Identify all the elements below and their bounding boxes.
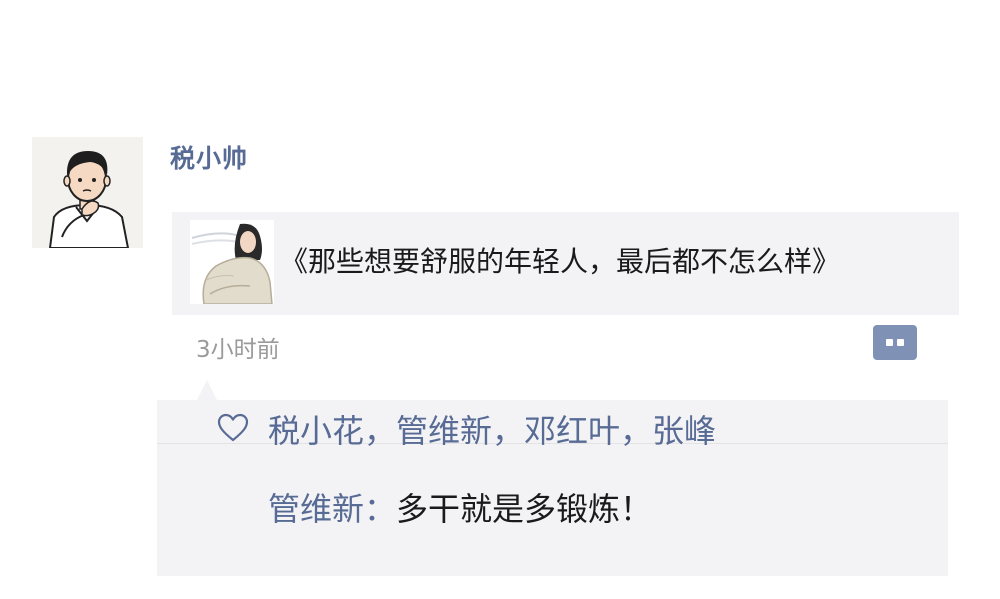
poster-username[interactable]: 税小帅 <box>170 139 248 175</box>
avatar[interactable] <box>32 137 143 248</box>
comment-item[interactable]: 管维新：多干就是多锻炼！ <box>268 484 652 530</box>
heart-icon <box>217 413 249 442</box>
comment-action-button[interactable] <box>873 325 917 360</box>
cartoon-man-thinking-avatar-icon <box>32 137 143 248</box>
article-thumbnail <box>190 220 274 304</box>
comment-author[interactable]: 管维新： <box>268 490 396 528</box>
woman-sweater-thumbnail-icon <box>190 220 274 304</box>
moments-post: 税小帅 《那些想要舒服的年轻人，最后都不怎么样》 3小时前 税小花，管维新，邓红… <box>0 0 1000 599</box>
more-dots-icon <box>897 339 904 346</box>
article-title: 《那些想要舒服的年轻人，最后都不怎么样》 <box>280 245 841 278</box>
panel-pointer <box>197 380 217 400</box>
comment-text: 多干就是多锻炼！ <box>396 490 653 528</box>
shared-article-card[interactable]: 《那些想要舒服的年轻人，最后都不怎么样》 <box>172 212 959 315</box>
likes-names[interactable]: 税小花，管维新，邓红叶，张峰 <box>268 406 716 452</box>
post-timestamp: 3小时前 <box>196 337 280 363</box>
more-dots-icon <box>886 339 893 346</box>
interaction-panel: 税小花，管维新，邓红叶，张峰 管维新：多干就是多锻炼！ <box>157 380 948 576</box>
